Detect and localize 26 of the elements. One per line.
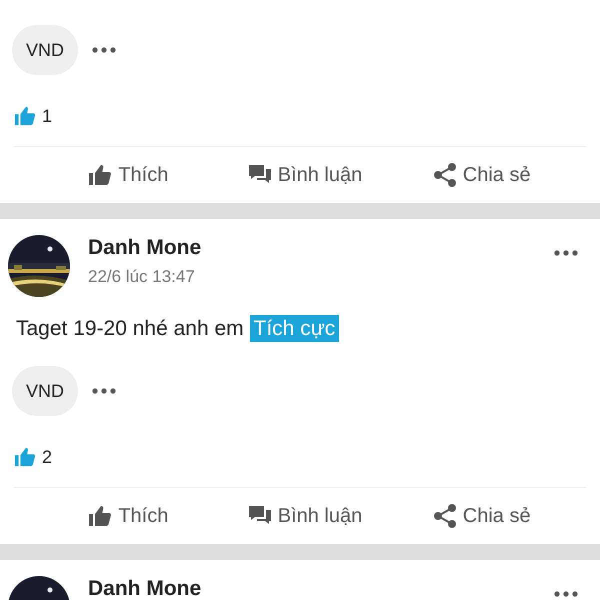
like-button[interactable]: Thích	[40, 503, 217, 529]
share-icon	[432, 504, 457, 528]
stock-tag[interactable]: VND	[12, 366, 78, 416]
thumbs-up-icon	[88, 163, 112, 187]
more-icon[interactable]	[554, 591, 578, 597]
like-count-icon	[14, 446, 36, 468]
like-count-icon	[14, 105, 36, 127]
like-button[interactable]: Thích	[40, 162, 217, 188]
like-count: 2	[42, 446, 52, 468]
more-icon[interactable]	[554, 250, 578, 256]
like-count: 1	[42, 106, 52, 126]
more-icon[interactable]	[92, 47, 116, 53]
comment-button[interactable]: Bình luận	[216, 162, 394, 188]
stock-tag[interactable]: VND	[12, 25, 78, 75]
more-icon[interactable]	[92, 388, 116, 394]
comment-button[interactable]: Bình luận	[216, 504, 394, 528]
share-button[interactable]: Chia sẻ	[393, 162, 570, 188]
comment-icon	[248, 164, 272, 186]
comment-icon	[248, 505, 272, 527]
share-icon	[432, 163, 457, 187]
post-time: 22/6 lúc 13:47	[88, 267, 196, 287]
author-name[interactable]: Danh Mone	[88, 578, 536, 599]
share-button[interactable]: Chia sẻ	[393, 503, 570, 529]
post-text: Taget 19-20 nhé anh em Tích cực	[0, 297, 600, 341]
thumbs-up-icon	[88, 504, 112, 528]
author-name[interactable]: Danh Mone	[88, 237, 536, 258]
